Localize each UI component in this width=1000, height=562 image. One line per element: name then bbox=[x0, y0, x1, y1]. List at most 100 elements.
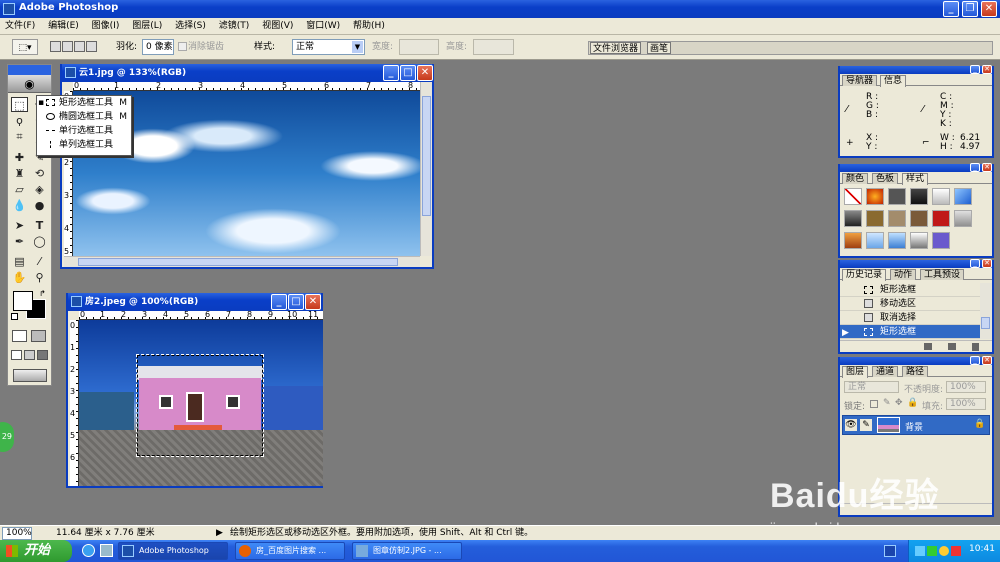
lock-transparency-icon[interactable] bbox=[870, 400, 878, 408]
shape-tool-icon[interactable]: ◯ bbox=[31, 234, 48, 249]
style-swatch[interactable] bbox=[844, 210, 862, 227]
style-swatch[interactable] bbox=[888, 188, 906, 205]
dodge-tool-icon[interactable]: ● bbox=[31, 198, 48, 213]
add-selection-icon[interactable] bbox=[62, 41, 73, 52]
style-swatch[interactable] bbox=[932, 210, 950, 227]
menu-file[interactable]: 文件(F) bbox=[0, 18, 40, 35]
lock-all-icon[interactable]: 🔒 bbox=[907, 398, 918, 408]
quicklaunch-desktop-icon[interactable] bbox=[100, 544, 113, 557]
new-document-icon[interactable] bbox=[924, 343, 932, 350]
taskbar-item-image-viewer[interactable]: 图章仿制2.JPG - ... bbox=[352, 542, 462, 560]
blur-tool-icon[interactable]: 💧 bbox=[11, 198, 28, 213]
document-window-house[interactable]: 房2.jpeg @ 100%(RGB) _ □ ✕ 0 1 2 3 4 5 6 … bbox=[66, 293, 323, 488]
style-swatch[interactable] bbox=[866, 210, 884, 227]
style-swatch[interactable] bbox=[866, 232, 884, 249]
foreground-color-swatch[interactable] bbox=[13, 291, 33, 311]
marquee-tool-icon[interactable]: ⬚ bbox=[11, 97, 28, 112]
type-tool-icon[interactable]: T bbox=[31, 218, 48, 233]
side-badge[interactable]: 29 bbox=[0, 422, 14, 452]
lock-move-icon[interactable]: ✥ bbox=[895, 398, 903, 408]
intersect-selection-icon[interactable] bbox=[86, 41, 97, 52]
minimize-button[interactable]: _ bbox=[970, 259, 980, 268]
crop-tool-icon[interactable]: ⌗ bbox=[11, 129, 28, 144]
eraser-tool-icon[interactable]: ▱ bbox=[11, 182, 28, 197]
style-swatch[interactable] bbox=[888, 210, 906, 227]
tab-navigator[interactable]: 导航器 bbox=[842, 75, 878, 86]
history-scrollbar[interactable] bbox=[980, 283, 992, 339]
style-swatch[interactable] bbox=[910, 232, 928, 249]
menu-view[interactable]: 视图(V) bbox=[257, 18, 298, 35]
layer-row-background[interactable]: 👁 ✎ 背景 🔒 bbox=[842, 415, 990, 435]
style-swatch[interactable] bbox=[910, 188, 928, 205]
history-brush-icon[interactable]: ⟲ bbox=[31, 166, 48, 181]
tab-history[interactable]: 历史记录 bbox=[842, 269, 887, 281]
feather-input[interactable]: 0 像素 bbox=[142, 39, 174, 55]
document-titlebar[interactable]: 云1.jpg @ 133%(RGB) _ □ ✕ bbox=[62, 64, 433, 82]
visibility-eye-icon[interactable]: 👁 bbox=[845, 419, 857, 431]
taskbar-item-browser[interactable]: 房_百度图片搜索 ... bbox=[235, 542, 345, 560]
paint-bucket-icon[interactable]: ◈ bbox=[31, 182, 48, 197]
clone-stamp-icon[interactable]: ♜ bbox=[11, 166, 28, 181]
tab-swatches[interactable]: 色板 bbox=[872, 173, 899, 184]
lock-paint-icon[interactable]: ✎ bbox=[883, 398, 891, 408]
notes-tool-icon[interactable]: ▤ bbox=[11, 254, 28, 269]
hand-tool-icon[interactable]: ✋ bbox=[11, 270, 28, 285]
menu-window[interactable]: 窗口(W) bbox=[301, 18, 345, 35]
new-selection-icon[interactable] bbox=[50, 41, 61, 52]
history-item-current[interactable]: ▶ 矩形选框 bbox=[840, 325, 980, 339]
minimize-button[interactable]: _ bbox=[970, 65, 980, 74]
screen-mode-menubar-icon[interactable] bbox=[24, 350, 35, 360]
style-swatch[interactable] bbox=[954, 188, 972, 205]
history-state-slider-icon[interactable]: ▶ bbox=[842, 326, 849, 340]
close-button[interactable]: ✕ bbox=[417, 65, 433, 81]
restore-button[interactable]: ❐ bbox=[962, 1, 978, 17]
history-item[interactable]: 矩形选框 bbox=[840, 283, 980, 297]
selection-mode-buttons[interactable] bbox=[50, 39, 98, 55]
panel-titlebar[interactable]: _ ✕ bbox=[840, 259, 992, 268]
fill-input[interactable]: 100% bbox=[946, 398, 986, 410]
close-button[interactable]: ✕ bbox=[982, 163, 992, 172]
zoom-tool-icon[interactable]: ⚲ bbox=[31, 270, 48, 285]
tab-paths[interactable]: 路径 bbox=[902, 366, 929, 377]
style-swatch[interactable] bbox=[888, 232, 906, 249]
style-swatch[interactable] bbox=[866, 188, 884, 205]
adobe-eye-logo[interactable]: ◉ bbox=[8, 75, 51, 93]
style-swatch-none[interactable] bbox=[844, 188, 862, 205]
taskbar-item-photoshop[interactable]: Adobe Photoshop bbox=[118, 542, 228, 560]
path-select-icon[interactable]: ➤ bbox=[11, 218, 28, 233]
style-swatch[interactable] bbox=[910, 210, 928, 227]
minimize-button[interactable]: _ bbox=[970, 163, 980, 172]
jump-to-imageready-icon[interactable] bbox=[13, 369, 47, 382]
zoom-field[interactable]: 100% bbox=[2, 527, 32, 540]
minimize-button[interactable]: _ bbox=[383, 65, 399, 81]
antialias-checkbox[interactable]: 消除锯齿 bbox=[178, 39, 224, 55]
flyout-item-column-marquee[interactable]: 单列选框工具 bbox=[37, 138, 131, 152]
panel-titlebar[interactable]: _ ✕ bbox=[840, 356, 992, 365]
tray-network-icon[interactable] bbox=[915, 546, 925, 556]
pen-tool-icon[interactable]: ✒ bbox=[11, 234, 28, 249]
flyout-item-row-marquee[interactable]: 单行选框工具 bbox=[37, 124, 131, 138]
tab-channels[interactable]: 通道 bbox=[872, 366, 899, 377]
style-swatch[interactable] bbox=[844, 232, 862, 249]
maximize-button[interactable]: □ bbox=[400, 65, 416, 81]
tool-preset-picker[interactable]: ⬚▾ bbox=[12, 39, 38, 55]
tray-volume-icon[interactable] bbox=[927, 546, 937, 556]
taskbar-overflow-icon[interactable] bbox=[884, 545, 896, 557]
close-button[interactable]: ✕ bbox=[305, 294, 321, 310]
screen-mode-standard-icon[interactable] bbox=[11, 350, 22, 360]
style-select[interactable]: 正常 ▼ bbox=[292, 39, 365, 55]
minimize-button[interactable]: _ bbox=[271, 294, 287, 310]
close-button[interactable]: ✕ bbox=[982, 259, 992, 268]
snapshot-icon[interactable] bbox=[948, 343, 956, 350]
menu-image[interactable]: 图像(I) bbox=[87, 18, 125, 35]
tab-actions[interactable]: 动作 bbox=[890, 269, 917, 280]
quicklaunch-ie-icon[interactable] bbox=[82, 544, 95, 557]
menu-filter[interactable]: 滤镜(T) bbox=[214, 18, 255, 35]
width-input[interactable] bbox=[399, 39, 439, 55]
history-item[interactable]: 取消选择 bbox=[840, 311, 980, 325]
tab-styles[interactable]: 样式 bbox=[902, 173, 929, 185]
style-swatch[interactable] bbox=[954, 210, 972, 227]
brush-link-icon[interactable]: ✎ bbox=[860, 419, 872, 431]
document-size[interactable]: 11.64 厘米 x 7.76 厘米 bbox=[56, 527, 155, 540]
minimize-button[interactable]: _ bbox=[970, 356, 980, 365]
